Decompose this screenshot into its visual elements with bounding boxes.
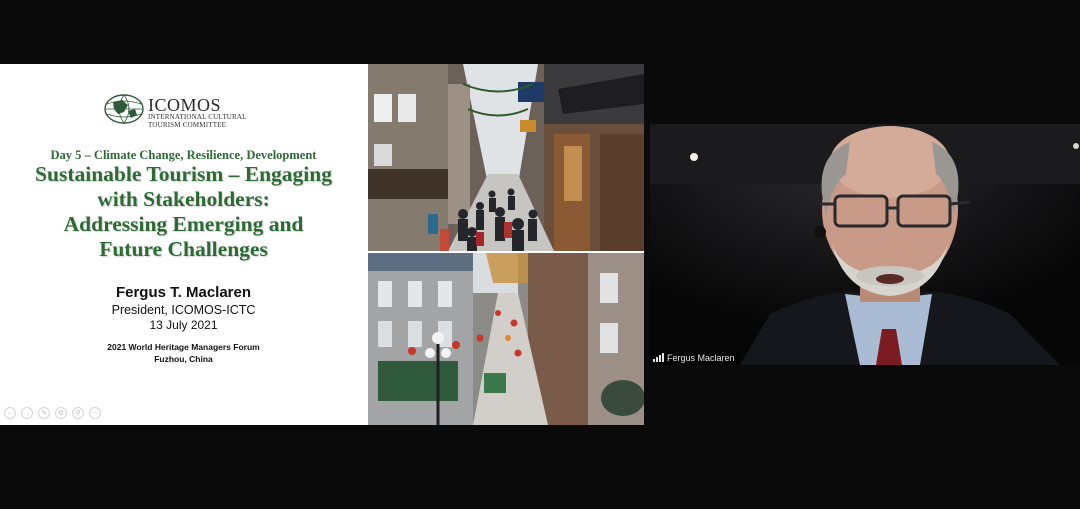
forum-name: 2021 World Heritage Managers Forum <box>107 342 260 352</box>
slide-day-heading: Day 5 – Climate Change, Resilience, Deve… <box>50 148 317 162</box>
zoom-icon[interactable]: ⚲ <box>72 407 84 419</box>
back-icon[interactable]: ← <box>4 407 16 419</box>
forum-location: Fuzhou, China <box>154 354 213 364</box>
icomos-logo: ICOMOS International Cultural Tourism Co… <box>104 94 264 128</box>
more-icon[interactable]: ⋯ <box>89 407 101 419</box>
slide-title: Sustainable Tourism – Engaging with Stak… <box>0 162 367 262</box>
pen-icon[interactable]: ✎ <box>38 407 50 419</box>
forward-icon[interactable]: → <box>21 407 33 419</box>
shared-slide: ICOMOS International Cultural Tourism Co… <box>0 64 644 425</box>
slide-title-line: Future Challenges <box>99 237 268 261</box>
slide-title-line: Addressing Emerging and <box>63 212 304 236</box>
participant-name: Fergus Maclaren <box>667 352 735 363</box>
slide-title-line: Sustainable Tourism – Engaging <box>35 162 332 186</box>
participant-name-label: Fergus Maclaren <box>651 351 739 364</box>
slide-text-panel: ICOMOS International Cultural Tourism Co… <box>0 64 367 425</box>
presenter-role: President, ICOMOS-ICTC <box>111 303 256 317</box>
street-photo-bottom <box>368 253 644 425</box>
globe-logo-icon <box>104 94 144 124</box>
participant-video[interactable] <box>650 124 1080 365</box>
presenter-name: Fergus T. Maclaren <box>115 284 252 301</box>
gear-icon[interactable]: ⚙ <box>55 407 67 419</box>
slide-toolbar: ← → ✎ ⚙ ⚲ ⋯ <box>4 407 101 421</box>
street-photo-top <box>368 64 644 251</box>
slide-title-line: with Stakeholders: <box>97 187 270 211</box>
presentation-date: 13 July 2021 <box>149 318 218 332</box>
signal-strength-icon <box>653 353 664 362</box>
logo-subtitle: International Cultural Tourism Committee <box>148 113 247 129</box>
